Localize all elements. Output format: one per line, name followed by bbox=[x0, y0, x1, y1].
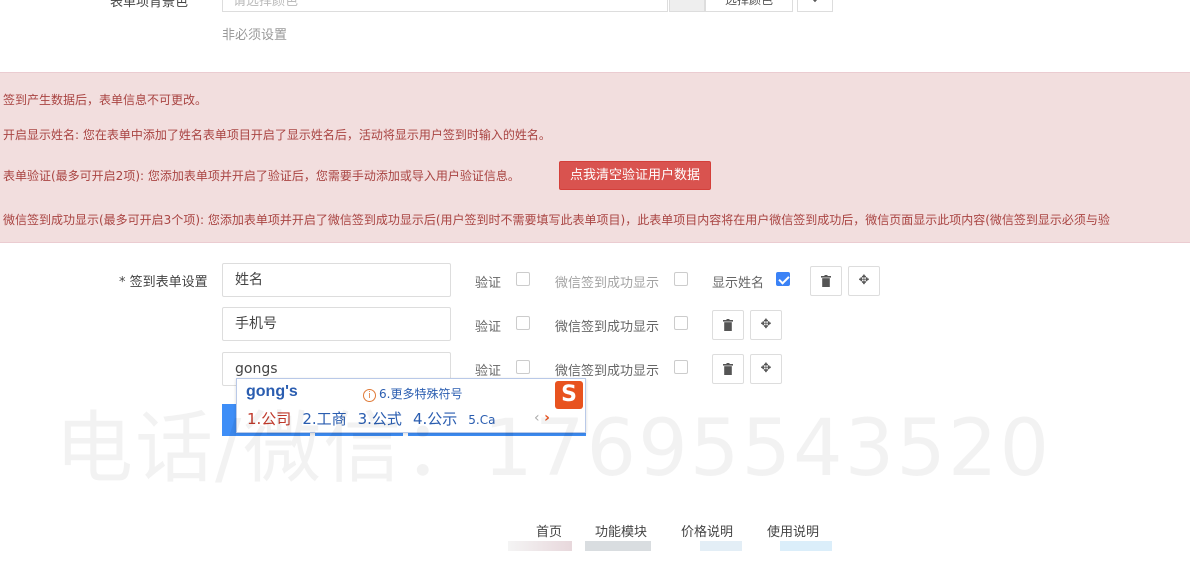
footer-thumbnail bbox=[700, 541, 742, 551]
verify-label: 验证 bbox=[475, 276, 502, 291]
show-name-label: 显示姓名 bbox=[712, 276, 765, 291]
color-swatch[interactable] bbox=[669, 0, 705, 12]
trash-icon bbox=[723, 362, 733, 375]
move-icon: ✥ bbox=[760, 361, 772, 376]
footer-thumbnail bbox=[508, 541, 572, 551]
notice-line-2: 开启显示姓名: 您在表单中添加了姓名表单项目开启了显示姓名后，活动将显示用户签到… bbox=[3, 128, 551, 142]
wechat-display-checkbox[interactable] bbox=[674, 316, 688, 330]
sogou-logo-icon: S bbox=[555, 381, 583, 409]
chevron-right-icon[interactable]: › bbox=[544, 410, 550, 426]
wechat-display-checkbox[interactable] bbox=[674, 272, 688, 286]
ime-composition: gong's bbox=[246, 383, 298, 400]
trash-icon bbox=[821, 274, 831, 287]
bg-color-label: 表单项背景色 bbox=[110, 0, 189, 10]
trash-icon bbox=[723, 318, 733, 331]
delete-button[interactable] bbox=[712, 354, 744, 384]
bg-color-input[interactable]: 请选择颜色 bbox=[222, 0, 668, 12]
ime-candidate[interactable]: 4.公示 bbox=[413, 410, 457, 428]
verify-checkbox[interactable] bbox=[516, 360, 530, 374]
notice-line-4: 微信签到成功显示(最多可开启3个项): 您添加表单项并开启了微信签到成功显示后(… bbox=[3, 213, 1110, 227]
footer-link-pricing[interactable]: 价格说明 bbox=[681, 521, 733, 540]
notice-box: 签到产生数据后，表单信息不可更改。 开启显示姓名: 您在表单中添加了姓名表单项目… bbox=[0, 72, 1190, 243]
ime-candidate[interactable]: 3.公式 bbox=[358, 410, 402, 428]
verify-label: 验证 bbox=[475, 320, 502, 335]
verify-checkbox[interactable] bbox=[516, 272, 530, 286]
ime-candidate[interactable]: 1.公司 bbox=[247, 410, 291, 428]
show-name-checkbox[interactable] bbox=[776, 272, 790, 286]
footer-thumbnail bbox=[585, 541, 651, 551]
footer-link-guide[interactable]: 使用说明 bbox=[767, 521, 819, 540]
ime-candidate[interactable]: 5.Ca bbox=[468, 413, 495, 427]
delete-button[interactable] bbox=[712, 310, 744, 340]
form-item-input[interactable]: 手机号 bbox=[222, 307, 451, 341]
chevron-left-icon[interactable]: ‹ bbox=[534, 410, 540, 426]
notice-line-1: 签到产生数据后，表单信息不可更改。 bbox=[3, 93, 208, 107]
wechat-display-checkbox[interactable] bbox=[674, 360, 688, 374]
pick-color-button[interactable]: 选择颜色 bbox=[705, 0, 793, 12]
verify-checkbox[interactable] bbox=[516, 316, 530, 330]
footer-thumbnail bbox=[780, 541, 832, 551]
ime-page-nav[interactable]: ‹ › bbox=[534, 410, 550, 426]
wechat-display-label: 微信签到成功显示 bbox=[555, 276, 660, 291]
notice-line-3: 表单验证(最多可开启2项): 您添加表单项并开启了验证后，您需要手动添加或导入用… bbox=[3, 169, 520, 183]
move-icon: ✥ bbox=[760, 317, 772, 332]
move-button[interactable]: ✥ bbox=[848, 266, 880, 296]
info-icon: i bbox=[363, 389, 376, 402]
move-button[interactable]: ✥ bbox=[750, 354, 782, 384]
delete-button[interactable] bbox=[810, 266, 842, 296]
arrows-icon: ✥ bbox=[810, 0, 819, 5]
clear-verify-data-button[interactable]: 点我清空验证用户数据 bbox=[559, 161, 711, 190]
ime-candidate-window[interactable]: gong's i 6.更多特殊符号 S 1.公司 2.工商 3.公式 4.公示 5.Ca … bbox=[236, 378, 586, 433]
footer-link-modules[interactable]: 功能模块 bbox=[595, 521, 647, 540]
wechat-display-label: 微信签到成功显示 bbox=[555, 320, 660, 335]
signin-form-label: * 签到表单设置 bbox=[119, 275, 208, 290]
ime-candidate[interactable]: 2.工商 bbox=[302, 410, 346, 428]
optional-hint: 非必须设置 bbox=[222, 28, 288, 43]
clear-color-button[interactable]: ✥ bbox=[797, 0, 833, 12]
ime-more-symbols[interactable]: i 6.更多特殊符号 bbox=[363, 385, 462, 402]
form-item-input[interactable]: 姓名 bbox=[222, 263, 451, 297]
move-icon: ✥ bbox=[858, 273, 870, 288]
ime-candidates: 1.公司 2.工商 3.公式 4.公示 5.Ca bbox=[247, 408, 506, 429]
verify-label: 验证 bbox=[475, 364, 502, 379]
move-button[interactable]: ✥ bbox=[750, 310, 782, 340]
wechat-display-label: 微信签到成功显示 bbox=[555, 364, 660, 379]
footer-link-home[interactable]: 首页 bbox=[536, 521, 562, 540]
